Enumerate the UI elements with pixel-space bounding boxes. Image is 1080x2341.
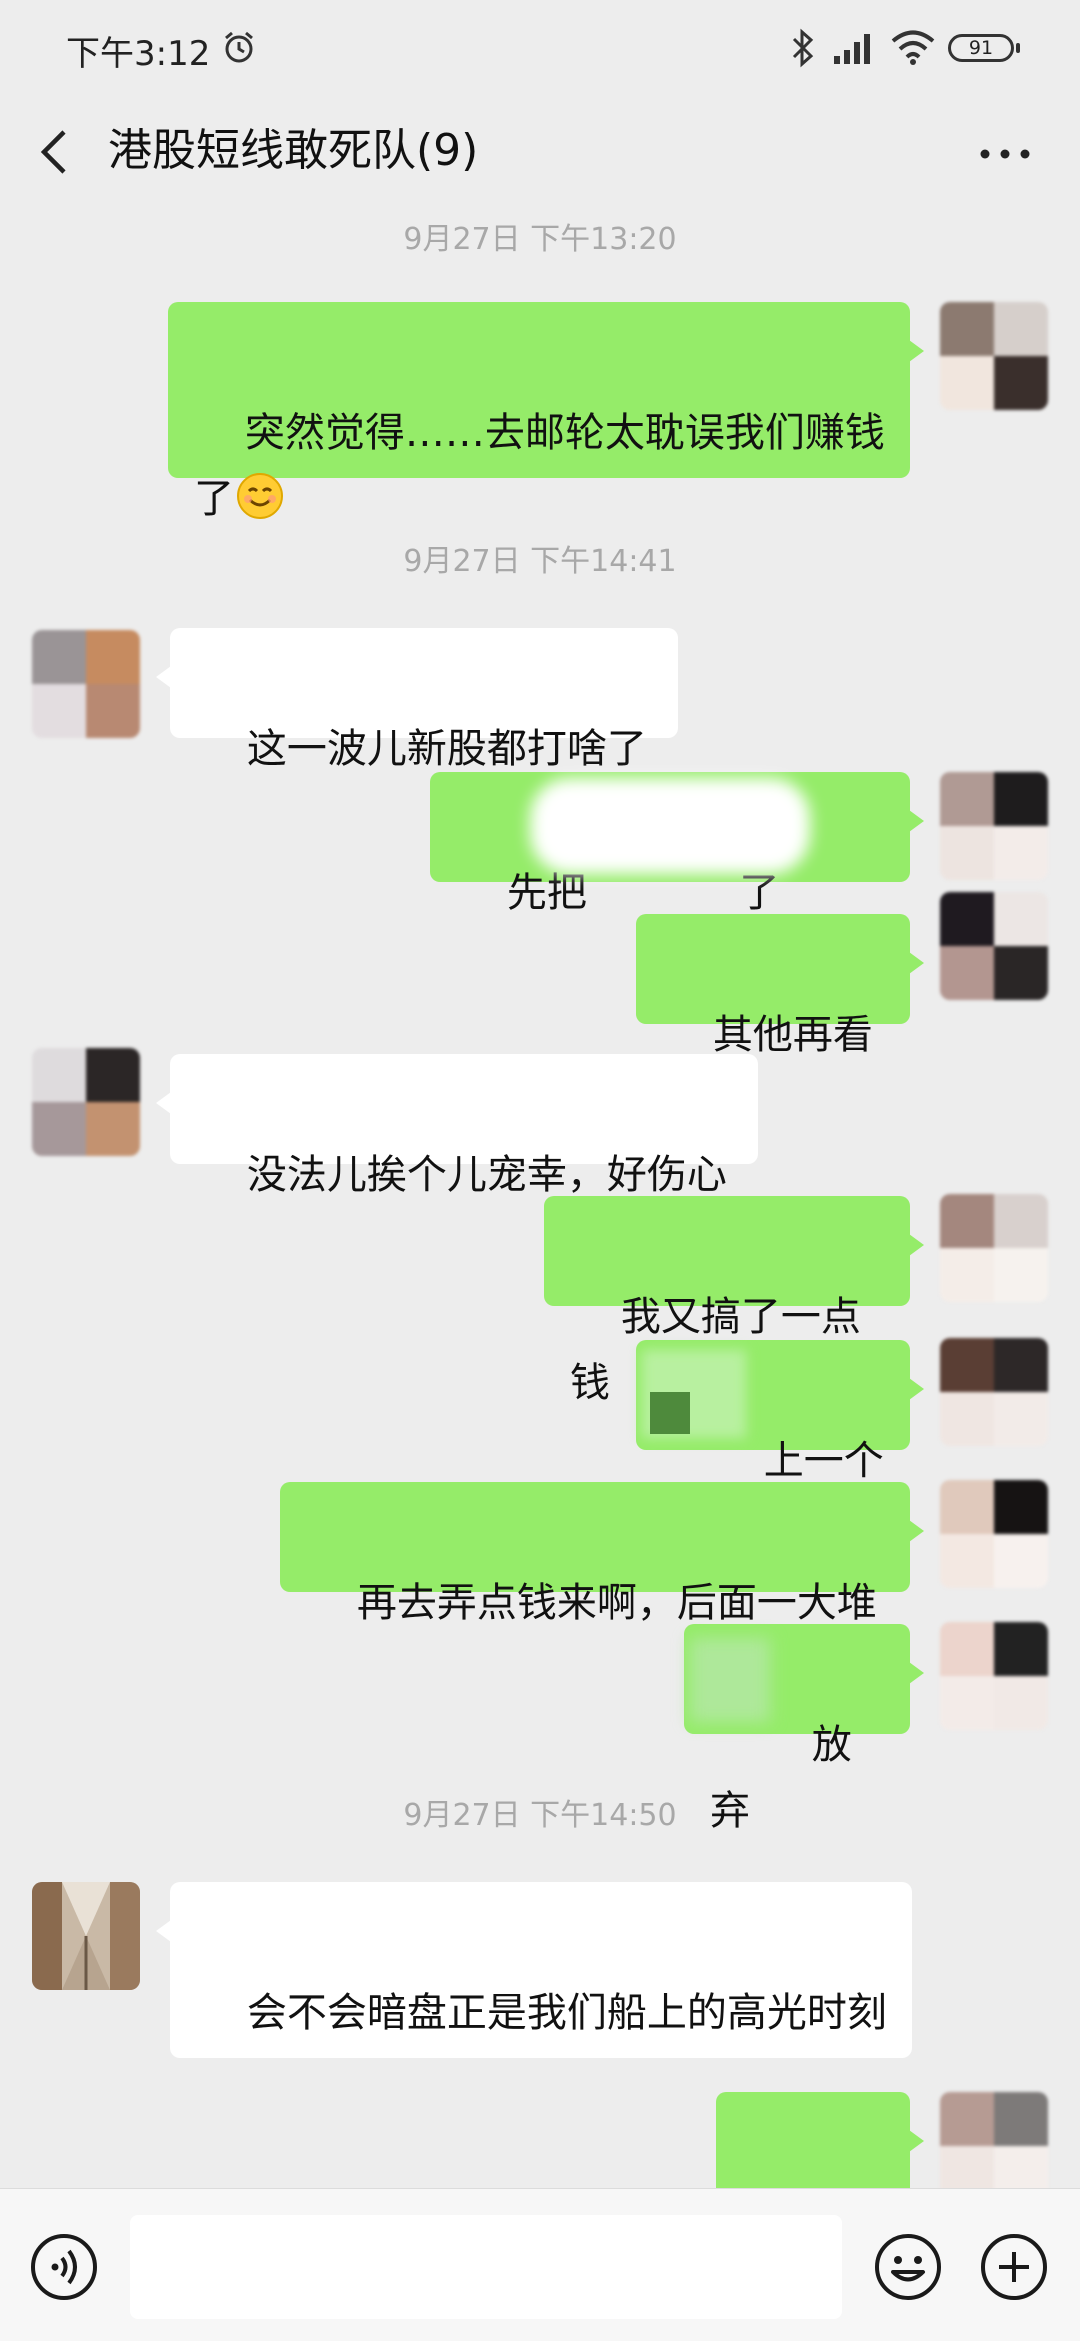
message-bubble[interactable]: 我又搞了一点钱: [544, 1196, 924, 1406]
message-text: 没法儿挨个儿宠幸，好伤心: [246, 1152, 727, 1198]
avatar[interactable]: [32, 630, 140, 738]
chat-header: 港股短线敢死队(9): [0, 100, 1080, 210]
smile-emoji-icon: [237, 473, 283, 519]
more-dots-icon[interactable]: [975, 134, 1035, 174]
message-bubble[interactable]: 放弃: [684, 1624, 924, 1834]
alarm-icon: [225, 31, 253, 63]
avatar[interactable]: [940, 892, 1048, 1000]
status-time: 下午3:12: [66, 34, 211, 74]
message-bubble[interactable]: 是的: [716, 2092, 924, 2188]
censor-blur: [690, 1638, 770, 1722]
status-bar: 下午3:12 91: [0, 0, 1080, 100]
voice-icon[interactable]: [28, 2231, 100, 2303]
chat-title: 港股短线敢死队(9): [108, 125, 479, 176]
avatar[interactable]: [940, 1622, 1048, 1730]
censor-blur: [530, 778, 810, 874]
input-bar: [0, 2188, 1080, 2341]
message-text: 会不会暗盘正是我们船上的高光时刻: [246, 1990, 887, 2036]
message-input[interactable]: [130, 2215, 842, 2319]
message-bubble[interactable]: 再去弄点钱来啊，后面一大堆: [280, 1482, 924, 1626]
message-bubble[interactable]: 没法儿挨个儿宠幸，好伤心: [156, 1054, 758, 1198]
avatar[interactable]: [32, 1048, 140, 1156]
plus-icon[interactable]: [978, 2231, 1050, 2303]
avatar[interactable]: [940, 772, 1048, 880]
signal-icon: [834, 34, 870, 64]
back-arrow-icon[interactable]: [30, 122, 80, 182]
avatar[interactable]: [940, 2092, 1048, 2188]
avatar[interactable]: [940, 302, 1048, 410]
message-bubble[interactable]: 上一个: [636, 1340, 924, 1484]
avatar[interactable]: [940, 1194, 1048, 1302]
message-text: 上一个: [712, 1438, 884, 1484]
message-list[interactable]: 9月27日 下午13:20 突然觉得……去邮轮太耽误我们赚钱了 9月27日 下午…: [0, 210, 1080, 2188]
message-bubble[interactable]: 这一波儿新股都打啥了: [156, 628, 678, 772]
timestamp: 9月27日 下午13:20: [403, 222, 677, 257]
wifi-icon: [891, 30, 935, 65]
message-text: 再去弄点钱来啊，后面一大堆: [356, 1580, 877, 1626]
censor-block: [650, 1392, 690, 1434]
message-text: 突然觉得……去邮轮太耽误我们赚钱了: [194, 410, 885, 522]
message-text: 这一波儿新股都打啥了: [246, 726, 647, 772]
battery-indicator: 91: [948, 34, 1020, 62]
emoji-icon[interactable]: [872, 2231, 944, 2303]
message-bubble[interactable]: 其他再看看: [636, 914, 924, 1124]
message-bubble[interactable]: 突然觉得……去邮轮太耽误我们赚钱了: [168, 302, 924, 522]
timestamp: 9月27日 下午14:50: [403, 1798, 677, 1833]
message-text: 先把 了: [506, 870, 780, 916]
avatar[interactable]: [940, 1480, 1048, 1588]
bluetooth-icon: [792, 28, 814, 68]
message-bubble[interactable]: 会不会暗盘正是我们船上的高光时刻: [156, 1882, 912, 2058]
timestamp: 9月27日 下午14:41: [403, 544, 677, 579]
message-bubble[interactable]: 先把 了: [430, 772, 924, 916]
avatar[interactable]: [32, 1882, 140, 1990]
avatar[interactable]: [940, 1338, 1048, 1446]
